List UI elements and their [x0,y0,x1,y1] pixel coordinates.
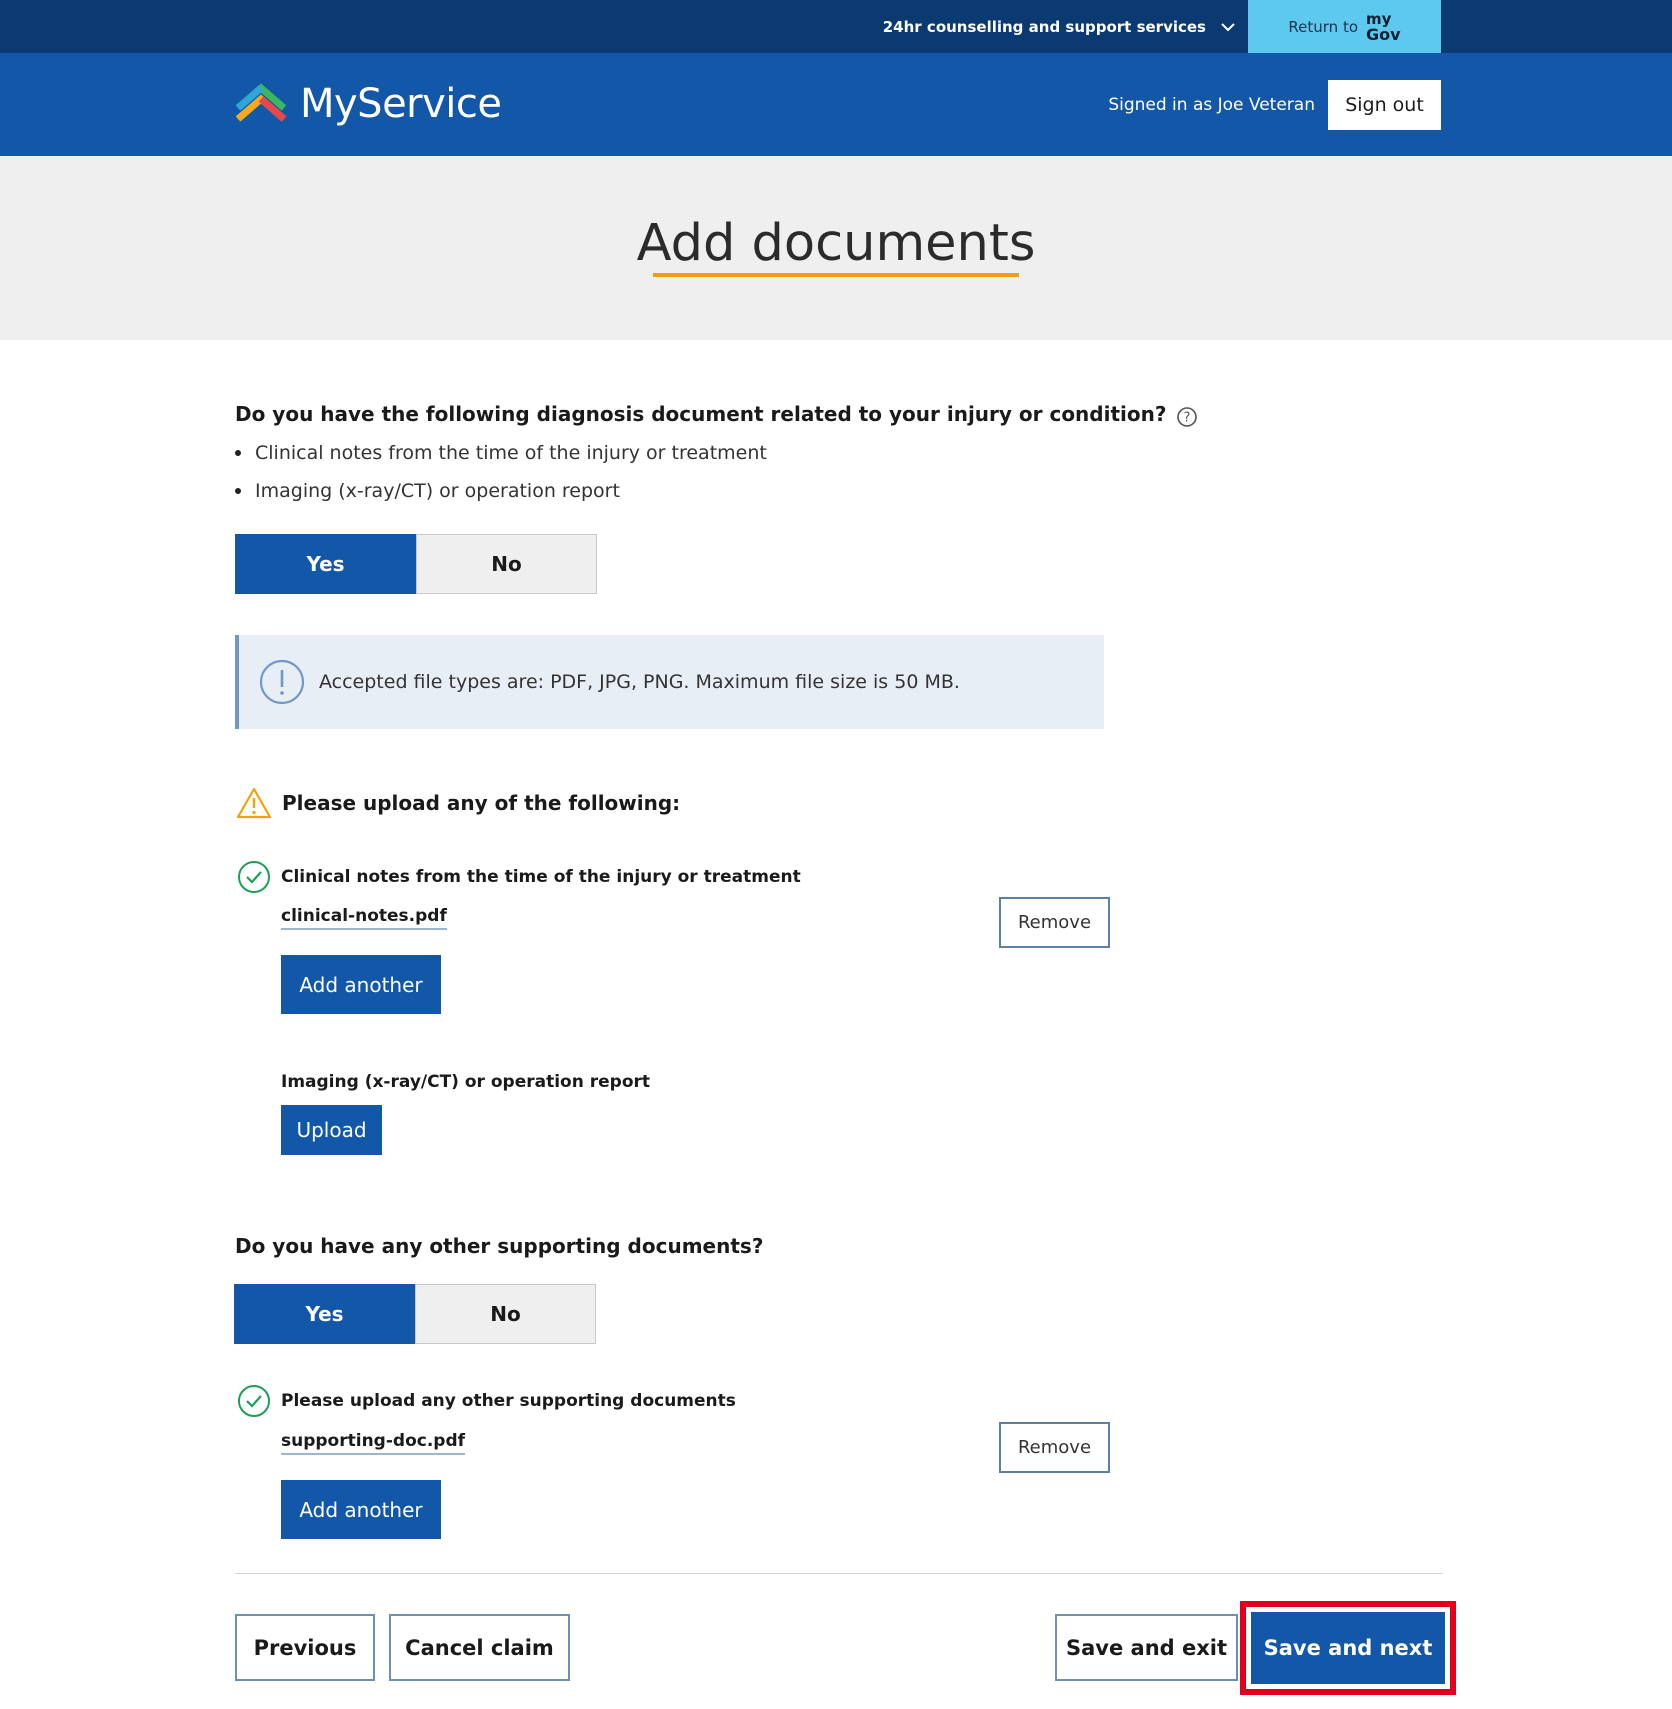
supporting-upload-label: Please upload any other supporting docum… [281,1391,736,1411]
file-type-notice: Accepted file types are: PDF, JPG, PNG. … [235,635,1104,729]
diagnosis-question: Do you have the following diagnosis docu… [235,402,1198,428]
svg-text:?: ? [1183,410,1190,425]
cancel-claim-button[interactable]: Cancel claim [389,1614,570,1681]
sign-out-button[interactable]: Sign out [1328,80,1441,130]
check-circle-icon [238,861,270,893]
clinical-notes-item-header: Clinical notes from the time of the inju… [237,860,801,894]
clinical-notes-label: Clinical notes from the time of the inju… [281,867,801,887]
list-item: Clinical notes from the time of the inju… [235,434,767,472]
supporting-upload-item-header: Please upload any other supporting docum… [237,1384,736,1418]
supporting-yes-no-toggle: Yes No [234,1284,596,1344]
add-another-supporting-button[interactable]: Add another [281,1480,441,1539]
mygov-logo: my Gov [1366,9,1401,44]
check-circle-icon [238,1385,270,1417]
warning-triangle-icon [236,787,272,819]
save-and-next-button[interactable]: Save and next [1251,1612,1445,1684]
remove-supporting-doc-button[interactable]: Remove [999,1422,1110,1473]
supporting-file-row: supporting-doc.pdf [281,1431,466,1455]
myservice-chevron-logo-icon [235,83,287,122]
remove-clinical-notes-button[interactable]: Remove [999,897,1110,948]
footer-divider [235,1573,1443,1574]
supporting-doc-file-link[interactable]: supporting-doc.pdf [281,1431,466,1455]
clinical-notes-file-row: clinical-notes.pdf [281,906,447,930]
myservice-logo[interactable]: MyService [234,81,502,127]
diagnosis-yes-no-toggle: Yes No [235,534,597,594]
support-services-label: 24hr counselling and support services [882,17,1206,36]
imaging-label: Imaging (x-ray/CT) or operation report [281,1072,651,1092]
chevron-down-icon [1221,22,1235,31]
supporting-question-heading: Do you have any other supporting documen… [235,1234,764,1258]
list-item: Imaging (x-ray/CT) or operation report [235,472,767,510]
title-band: Add documents [0,156,1672,340]
site-header: MyService Signed in as Joe Veteran Sign … [0,53,1672,156]
supporting-no-option[interactable]: No [415,1284,596,1344]
utility-bar: 24hr counselling and support services Re… [0,0,1672,53]
return-to-label: Return to [1288,17,1359,36]
return-to-mygov-button[interactable]: Return to my Gov [1248,0,1441,53]
previous-button[interactable]: Previous [235,1614,375,1681]
exclamation-circle-icon [259,659,305,705]
upload-imaging-button[interactable]: Upload [281,1105,382,1155]
brand-name: MyService [300,81,502,127]
add-another-clinical-notes-button[interactable]: Add another [281,955,441,1014]
title-underline [653,273,1019,277]
file-type-notice-text: Accepted file types are: PDF, JPG, PNG. … [319,671,960,693]
diagnosis-document-list: Clinical notes from the time of the inju… [235,434,767,510]
page-title: Add documents [636,214,1036,273]
support-services-dropdown[interactable]: 24hr counselling and support services [883,0,1236,53]
supporting-yes-option[interactable]: Yes [234,1284,415,1344]
diagnosis-no-option[interactable]: No [416,534,597,594]
supporting-question: Do you have any other supporting documen… [235,1234,763,1258]
diagnosis-question-heading: Do you have the following diagnosis docu… [235,402,1167,426]
diagnosis-yes-option[interactable]: Yes [235,534,416,594]
signed-in-text: Signed in as Joe Veteran [1108,94,1315,115]
upload-section-heading-row: Please upload any of the following: [236,787,680,819]
clinical-notes-file-link[interactable]: clinical-notes.pdf [281,906,447,930]
imaging-item-header: Imaging (x-ray/CT) or operation report [281,1072,650,1092]
question-circle-icon[interactable]: ? [1176,406,1198,428]
upload-section-heading: Please upload any of the following: [282,791,681,815]
save-and-exit-button[interactable]: Save and exit [1055,1614,1238,1681]
